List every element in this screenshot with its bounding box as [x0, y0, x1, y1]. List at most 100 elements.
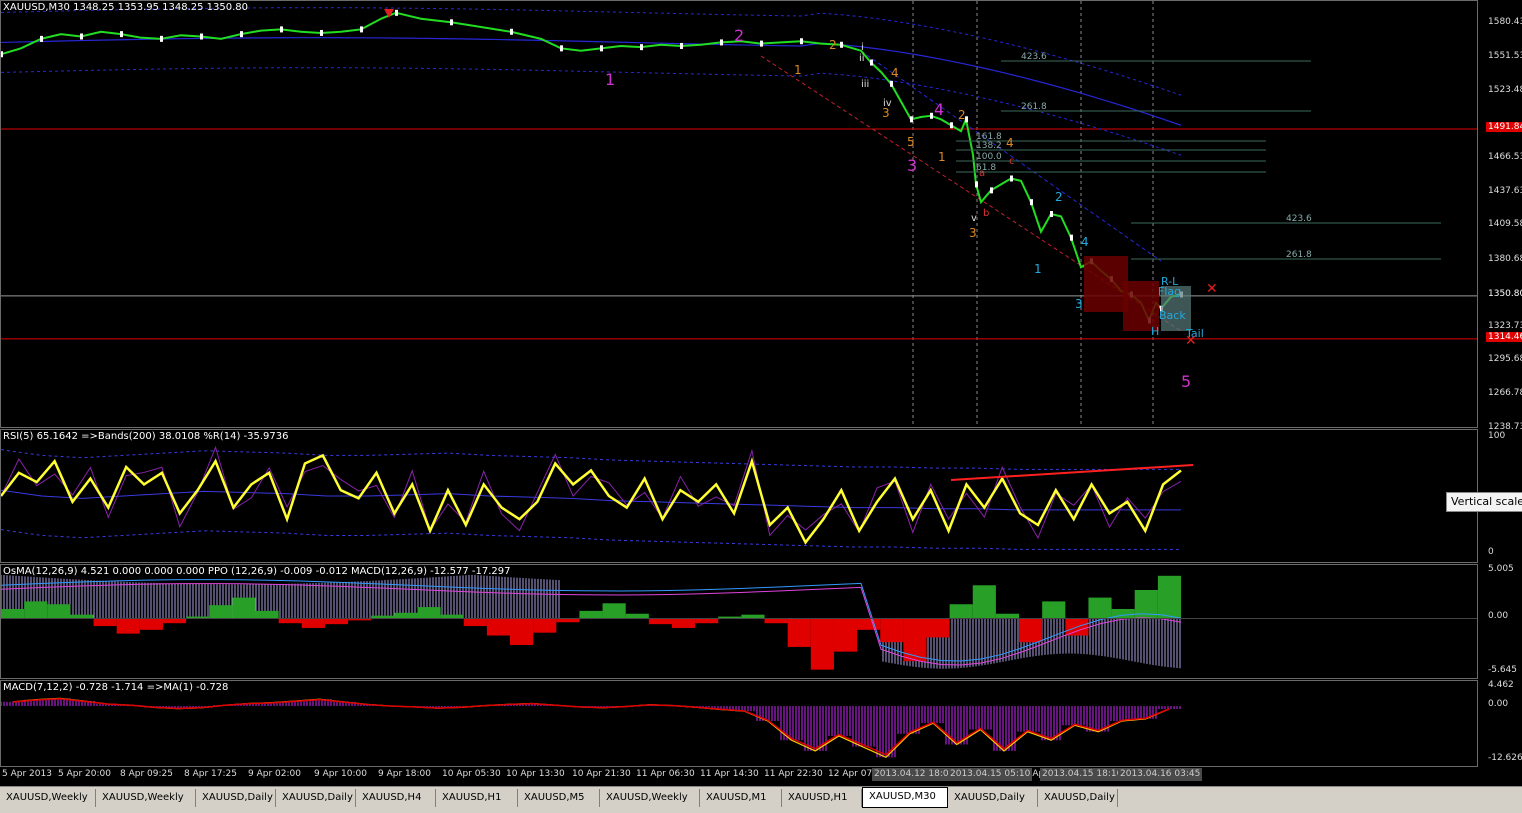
- osma-bar: [394, 612, 418, 619]
- price-tick-label: 1551.53: [1488, 51, 1522, 62]
- price-tick-label: 1323.73: [1488, 320, 1522, 331]
- time-tick-label: 9 Apr 10:00: [314, 769, 367, 779]
- wave-label: 4: [1006, 136, 1014, 150]
- chart-tab[interactable]: XAUUSD,M30: [862, 787, 948, 808]
- osma-bar: [209, 605, 233, 619]
- osma-bar: [24, 601, 48, 619]
- time-tick-label: 5 Apr 20:00: [58, 769, 111, 779]
- macd-panel[interactable]: MACD(7,12,2) -0.728 -1.714 =>MA(1) -0.72…: [0, 680, 1478, 767]
- cross-marker: ✕: [1185, 333, 1197, 349]
- osma-bar: [695, 618, 719, 624]
- time-tick-label: 9 Apr 18:00: [378, 769, 431, 779]
- chart-tab[interactable]: XAUUSD,H1: [436, 789, 518, 807]
- time-axis: 5 Apr 2013 5 Apr 20:00 8 Apr 09:25 8 Apr 17…: [0, 766, 1478, 784]
- candle: [280, 26, 283, 33]
- chart-tab[interactable]: XAUUSD,Daily: [1038, 789, 1118, 807]
- chart-tab[interactable]: XAUUSD,Weekly: [600, 789, 700, 807]
- wave-label: H: [1151, 325, 1159, 338]
- wave-label: 1: [794, 63, 802, 77]
- fib-label: 138.2: [976, 141, 1002, 151]
- osma-bar: [556, 618, 580, 623]
- osma-tick-label: 5.005: [1488, 564, 1514, 574]
- osma-bar: [810, 618, 834, 670]
- chart-tab[interactable]: XAUUSD,H1: [782, 789, 862, 807]
- fib-label: 423.6: [1021, 52, 1047, 62]
- candle: [600, 45, 603, 52]
- osma-bar: [139, 618, 163, 630]
- osma-bar: [625, 613, 649, 619]
- osma-bar: [972, 585, 996, 619]
- wave-label: c: [1009, 156, 1015, 167]
- wave-label: iii: [861, 79, 869, 90]
- price-tick-label: 1580.43: [1488, 17, 1522, 28]
- crosshair-time-box: 2013.04.12 18:00: [872, 768, 957, 781]
- candle: [120, 31, 123, 38]
- wave-label: 2: [734, 26, 744, 45]
- red-level-badge: 1491.84: [1486, 121, 1522, 132]
- price-tick-label: 1437.63: [1488, 186, 1522, 197]
- candle: [450, 19, 453, 26]
- osma-bar: [1, 608, 25, 619]
- wave-label: b: [983, 208, 989, 219]
- osma-bar: [602, 603, 626, 619]
- time-tick-label: 5 Apr 2013: [2, 769, 52, 779]
- candle: [990, 187, 993, 194]
- chart-tab[interactable]: XAUUSD,Daily: [948, 789, 1038, 807]
- rsi-tick-label: 100: [1488, 431, 1506, 441]
- chart-tab[interactable]: XAUUSD,Weekly: [0, 789, 96, 807]
- candle: [40, 35, 43, 42]
- chart-tab[interactable]: XAUUSD,Daily: [196, 789, 276, 807]
- wave-label: 1: [605, 70, 615, 89]
- candle: [510, 28, 513, 35]
- macd-chart-svg: [1, 697, 1181, 759]
- price-axis[interactable]: 1580.43 1551.53 1523.48 1466.53 1437.63 1409.…: [1478, 0, 1522, 432]
- osma-axis[interactable]: 5.005 0.00 -5.645: [1478, 564, 1522, 679]
- osma-bar: [417, 607, 441, 619]
- candle: [975, 181, 978, 188]
- upper-envelope: [1, 7, 1182, 96]
- wave-label: 1: [1034, 262, 1042, 276]
- time-tick-label: 11 Apr 22:30: [764, 769, 823, 779]
- candle: [1050, 211, 1053, 217]
- candle: [160, 35, 163, 42]
- chart-tab[interactable]: XAUUSD,M1: [700, 789, 782, 807]
- chart-tab[interactable]: XAUUSD,Weekly: [96, 789, 196, 807]
- macd-axis[interactable]: 4.462 0.00 -12.626: [1478, 680, 1522, 767]
- candle: [930, 112, 933, 119]
- red-level-badge: 1314.46: [1486, 331, 1522, 342]
- candle: [1070, 234, 1073, 241]
- wave-label: 3: [882, 106, 890, 120]
- wave-label: 5: [907, 135, 915, 149]
- fib-label: 423.6: [1286, 214, 1312, 224]
- osma-bar: [533, 618, 557, 633]
- trading-terminal: 423.6 261.8 161.8 138.2 100.0 61.8 423.6 261.8 1…: [0, 0, 1522, 813]
- time-tick-label: 10 Apr 21:30: [572, 769, 631, 779]
- osma-bar: [1019, 618, 1043, 643]
- osma-bar: [440, 614, 464, 619]
- candle: [80, 33, 83, 40]
- osma-panel[interactable]: OsMA(12,26,9) 4.521 0.000 0.000 0.000 PP…: [0, 564, 1478, 679]
- price-tick-label: 1295.68: [1488, 354, 1522, 365]
- chart-tab[interactable]: XAUUSD,H4: [356, 789, 436, 807]
- osma-bar: [116, 618, 140, 634]
- candle: [950, 122, 953, 129]
- macd-tick-label: 4.462: [1488, 680, 1514, 690]
- rsi-tick-label: 0: [1488, 547, 1494, 557]
- wave-label: 4: [891, 66, 899, 80]
- wave-label: 3: [969, 226, 977, 240]
- candle: [1030, 199, 1033, 206]
- time-tick-label: 11 Apr 14:30: [700, 769, 759, 779]
- price-chart-panel[interactable]: 423.6 261.8 161.8 138.2 100.0 61.8 423.6 261.8 1…: [0, 0, 1478, 428]
- price-chart-svg: 423.6261.8161.8138.2100.061.8423.6261.81…: [1, 1, 1477, 427]
- wave-label: i: [861, 42, 864, 53]
- wave-label: 1: [938, 150, 946, 164]
- chart-tab[interactable]: XAUUSD,Daily: [276, 789, 356, 807]
- osma-bar: [510, 618, 534, 646]
- chart-tab[interactable]: XAUUSD,M5: [518, 789, 600, 807]
- candle: [1010, 175, 1013, 182]
- candle: [890, 80, 893, 87]
- osma-bar: [301, 618, 325, 628]
- vertical-scale-tooltip: Vertical scale: [1446, 492, 1522, 512]
- rsi-panel[interactable]: RSI(5) 65.1642 =>Bands(200) 38.0108 %R(1…: [0, 429, 1478, 563]
- time-tick-label: 11 Apr 06:30: [636, 769, 695, 779]
